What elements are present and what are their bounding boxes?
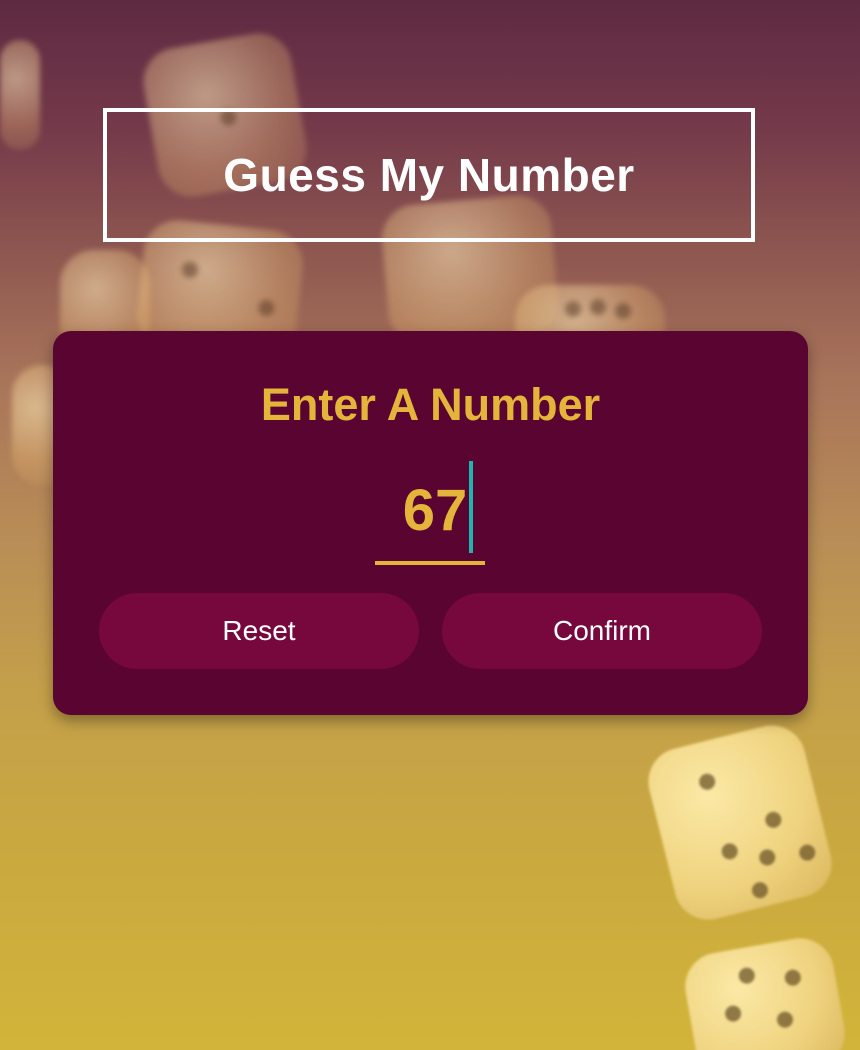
die-image bbox=[679, 932, 851, 1050]
die-image bbox=[641, 718, 839, 927]
app-title: Guess My Number bbox=[223, 149, 635, 201]
number-input-value[interactable]: 67 bbox=[403, 482, 468, 540]
text-caret bbox=[469, 461, 474, 553]
app-screen: Guess My Number Enter A Number 67 Reset … bbox=[0, 0, 860, 1050]
title-box: Guess My Number bbox=[103, 108, 755, 242]
confirm-button[interactable]: Confirm bbox=[442, 593, 762, 669]
input-label: Enter A Number bbox=[260, 379, 601, 430]
die-image bbox=[0, 40, 40, 150]
input-card: Enter A Number 67 Reset Confirm bbox=[53, 331, 808, 715]
reset-button[interactable]: Reset bbox=[99, 593, 419, 669]
number-input[interactable]: 67 bbox=[375, 461, 485, 565]
